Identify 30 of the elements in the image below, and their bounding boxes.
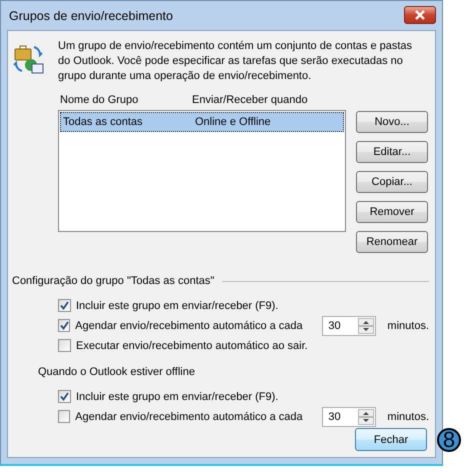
- spin-arrows-icon[interactable]: [358, 318, 374, 334]
- action-button[interactable]: Editar...: [356, 141, 428, 163]
- action-button[interactable]: Remover: [356, 201, 428, 223]
- checkbox[interactable]: [58, 339, 71, 352]
- checkbox[interactable]: [58, 319, 70, 332]
- column-header: Enviar/Receber quando: [192, 94, 308, 108]
- window-title: Grupos de envio/recebimento: [9, 8, 173, 22]
- callout-badge: 8: [437, 428, 461, 452]
- section-title: Quando o Outlook estiver offline: [38, 366, 195, 378]
- column-header: Nome do Grupo: [59, 94, 140, 108]
- close-button[interactable]: Fechar: [355, 428, 427, 451]
- action-button[interactable]: Renomear: [356, 231, 428, 253]
- briefcase-sync-icon: [12, 43, 44, 75]
- list-row[interactable]: Todas as contas Online e Offline: [60, 112, 344, 132]
- checkbox-label: Incluir este grupo em enviar/receber (F9).: [76, 390, 280, 402]
- checkbox[interactable]: [58, 390, 71, 403]
- minutes-label: minutos.: [387, 320, 429, 332]
- checkbox-label: Executar envio/recebimento automático ao sair.: [76, 340, 309, 352]
- spin-arrows-icon[interactable]: [358, 408, 374, 424]
- description-text: Um grupo de envio/recebimento contém um conjunto de contas e pastas do Outlook. Você pode especificar as tarefas que serão executadas no grupo durante uma operação de envio/recebimento.: [58, 39, 414, 84]
- checkbox[interactable]: [58, 410, 70, 423]
- action-button[interactable]: Copiar...: [356, 171, 428, 193]
- checkbox-label: Incluir este grupo em enviar/receber (F9).: [76, 300, 280, 312]
- minutes-label: minutos.: [387, 410, 429, 422]
- checkbox[interactable]: [58, 299, 71, 312]
- action-button[interactable]: Novo...: [356, 111, 428, 133]
- checkbox-label: Agendar envio/recebimento automático a cada: [75, 410, 304, 422]
- section-title: Configuração do grupo "Todas as contas": [12, 275, 214, 287]
- close-icon[interactable]: [404, 6, 436, 24]
- checkbox-label: Agendar envio/recebimento automático a cada: [75, 320, 304, 332]
